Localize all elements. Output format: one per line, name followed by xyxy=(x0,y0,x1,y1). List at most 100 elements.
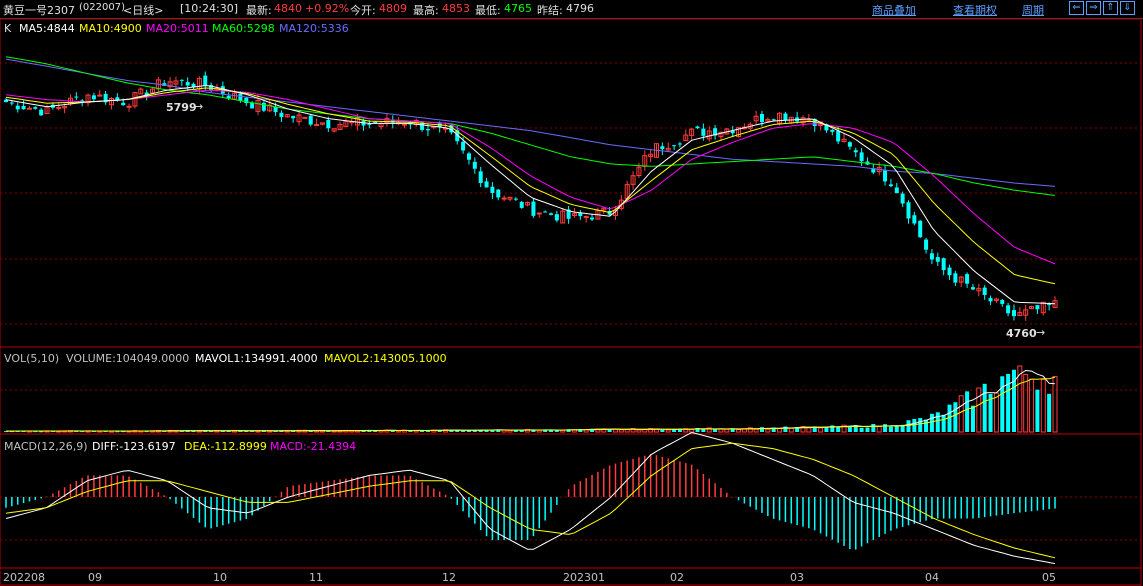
candle-body xyxy=(672,145,677,147)
candle-body xyxy=(900,193,905,204)
volume-bar xyxy=(689,429,695,433)
volume-bar xyxy=(724,428,730,433)
volume-bar xyxy=(836,427,841,432)
candle-body xyxy=(660,146,665,150)
volume-bar xyxy=(970,405,975,432)
volume-bar xyxy=(876,425,882,433)
diff-value: DIFF:-123.6197 xyxy=(92,440,176,453)
candle-body xyxy=(947,267,952,276)
candle-body xyxy=(935,257,940,262)
candle-body xyxy=(847,142,852,147)
candle-body xyxy=(97,94,103,97)
candle-body xyxy=(1011,310,1016,317)
volume-bar xyxy=(924,419,929,432)
chart-area[interactable]: K MA5:4844 MA10:4900 MA20:5011 MA60:5298… xyxy=(0,0,1143,586)
volume-bar xyxy=(665,429,671,433)
volume-bar xyxy=(765,428,771,433)
candle-body xyxy=(912,215,917,224)
candle-body xyxy=(425,129,430,131)
volume-bar xyxy=(554,430,559,432)
volume-bar xyxy=(888,426,893,432)
candle-body xyxy=(549,213,554,215)
volume-bar xyxy=(918,418,923,432)
volume-bar xyxy=(1040,379,1046,433)
candle-body xyxy=(478,171,483,183)
mavol2-value: MAVOL2:143005.1000 xyxy=(324,352,447,365)
x-tick-label: 04 xyxy=(925,571,939,584)
x-tick-label: 05 xyxy=(1042,571,1056,584)
volume-bar xyxy=(965,391,970,432)
ma120-legend: MA120:5336 xyxy=(279,22,349,35)
candle-body xyxy=(326,120,331,129)
volume-bar xyxy=(1035,389,1040,432)
candle-body xyxy=(1047,304,1052,306)
candle-body xyxy=(941,258,946,271)
candle-body xyxy=(185,82,190,86)
candle-body xyxy=(988,298,993,302)
candle-body xyxy=(279,112,284,117)
high-annotation: 5799 xyxy=(166,101,197,114)
candle-body xyxy=(590,217,595,220)
x-tick-label: 10 xyxy=(213,571,227,584)
mavol1-value: MAVOL1:134991.4000 xyxy=(195,352,318,365)
volume-bar xyxy=(759,427,764,432)
volume-bar xyxy=(777,428,783,433)
candle-body xyxy=(924,239,929,250)
candle-body xyxy=(894,187,899,194)
ma5-legend: MA5:4844 xyxy=(19,22,75,35)
candle-body xyxy=(461,141,466,151)
volume-bar xyxy=(1000,376,1005,432)
ma5-line xyxy=(5,85,1056,305)
candle-body xyxy=(33,107,38,109)
candle-body xyxy=(965,274,970,284)
volume-bar xyxy=(871,423,876,432)
candle-body xyxy=(490,186,495,193)
volume-bar xyxy=(1047,393,1052,432)
x-axis: 202208 09 10 11 12 202301 02 03 04 05 xyxy=(3,571,1056,584)
x-tick-label: 02 xyxy=(670,571,684,584)
volume-bar xyxy=(396,430,402,433)
mavol2-line xyxy=(6,376,1056,432)
candle-body xyxy=(888,184,893,187)
candle-body xyxy=(701,128,706,136)
volume-bar xyxy=(1006,373,1011,432)
volume-bar xyxy=(713,429,718,432)
vol-label: VOL(5,10) xyxy=(4,352,59,365)
high-arrow-icon: → xyxy=(194,100,203,113)
candle-body xyxy=(859,152,864,162)
candle-body xyxy=(677,143,682,145)
candle-body xyxy=(1000,300,1005,304)
volume-bar xyxy=(660,429,665,432)
candle-body xyxy=(501,197,507,200)
volume-bar xyxy=(865,427,870,432)
ma20-line xyxy=(5,89,1056,265)
candle-body xyxy=(853,150,858,153)
x-tick-label: 12 xyxy=(442,571,456,584)
candle-body xyxy=(771,119,776,121)
x-tick-label: 03 xyxy=(790,571,804,584)
volume-bar xyxy=(912,418,917,432)
candle-body xyxy=(203,75,208,86)
candle-body xyxy=(179,79,184,81)
candle-body xyxy=(830,129,835,132)
volume-bar xyxy=(1052,376,1058,433)
candle-body xyxy=(970,287,975,290)
candle-body xyxy=(302,116,308,119)
candle-body xyxy=(836,130,841,142)
volume-bar xyxy=(618,429,624,433)
volume-bar xyxy=(718,428,724,433)
volume-bar xyxy=(736,428,742,433)
ma60-legend: MA60:5298 xyxy=(212,22,275,35)
candle-body xyxy=(121,102,126,106)
volume-bar xyxy=(883,424,888,432)
candle-body xyxy=(1006,305,1011,314)
grid xyxy=(0,62,1141,541)
candle-body xyxy=(918,220,923,238)
volume-bar xyxy=(818,427,824,433)
volume-bar xyxy=(976,387,982,433)
volume-bar xyxy=(461,430,466,432)
candle-body xyxy=(531,201,536,216)
volume-bar xyxy=(536,429,542,433)
candle-body xyxy=(543,211,548,213)
volume-bar xyxy=(701,429,706,432)
